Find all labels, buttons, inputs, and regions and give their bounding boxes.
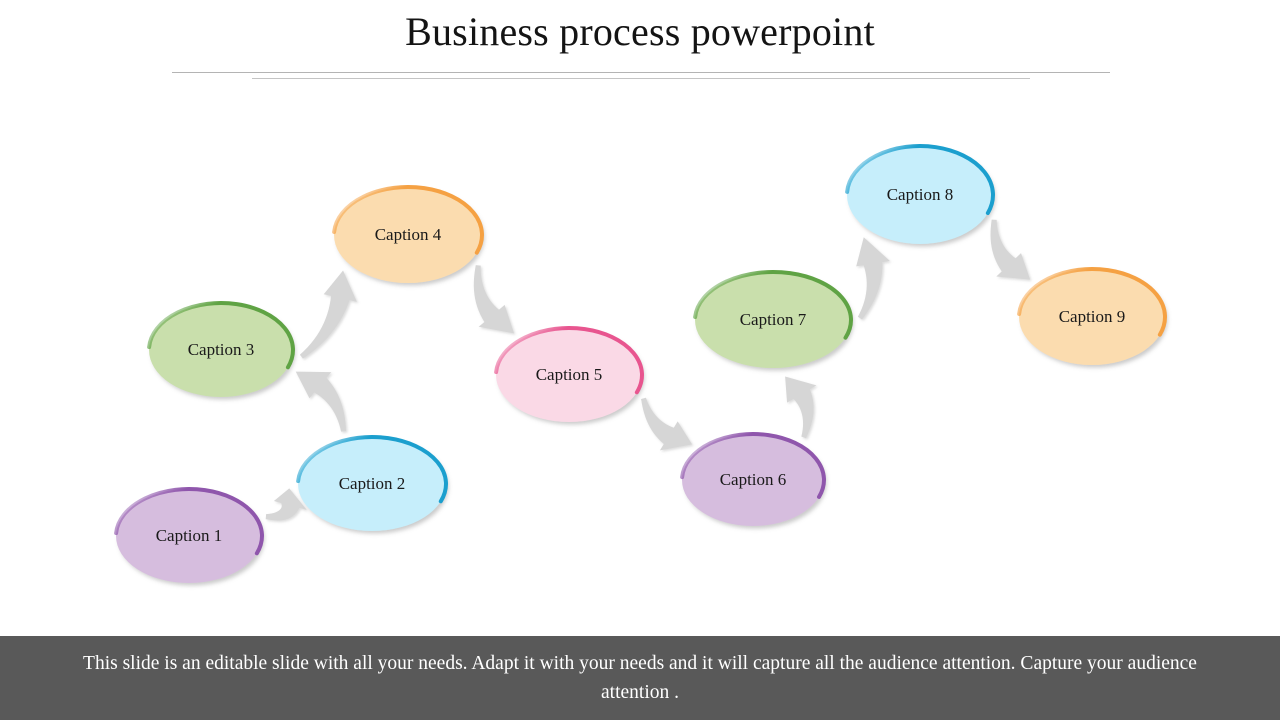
flow-arrow-3 xyxy=(299,270,357,359)
process-node-2[interactable] xyxy=(296,435,448,531)
diagram-canvas xyxy=(114,144,1167,583)
flow-arrow-7 xyxy=(856,237,890,320)
flow-arrow-4 xyxy=(473,265,515,334)
footer-text: This slide is an editable slide with all… xyxy=(83,653,1197,703)
process-node-1[interactable] xyxy=(114,487,264,583)
flow-arrow-8 xyxy=(990,219,1031,280)
process-node-5[interactable] xyxy=(494,326,644,422)
process-node-6[interactable] xyxy=(680,432,826,526)
process-node-8[interactable] xyxy=(845,144,995,244)
process-node-3[interactable] xyxy=(147,301,295,397)
footer-bar: This slide is an editable slide with all… xyxy=(0,636,1280,720)
flow-arrow-6 xyxy=(785,376,817,439)
slide-root: Business process powerpoint Caption 1 Cap… xyxy=(0,0,1280,720)
process-node-4[interactable] xyxy=(332,185,484,283)
process-diagram: Caption 1 Caption 2 Caption 3 Caption 4 Capt… xyxy=(0,0,1280,636)
flow-arrow-2 xyxy=(295,371,347,432)
process-node-9[interactable] xyxy=(1017,267,1167,365)
flow-arrow-5 xyxy=(641,397,693,451)
process-node-7[interactable] xyxy=(693,270,853,368)
